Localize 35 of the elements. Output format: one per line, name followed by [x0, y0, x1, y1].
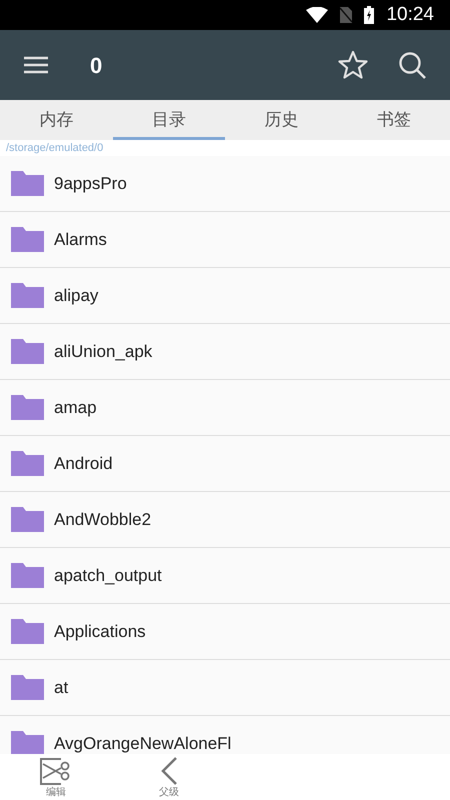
folder-icon [11, 563, 44, 588]
menu-icon[interactable] [24, 56, 48, 74]
folder-icon [11, 451, 44, 476]
folder-icon [11, 395, 44, 420]
toolbar-title: 0 [90, 52, 102, 80]
folder-name: AndWobble2 [54, 508, 152, 531]
folder-icon [11, 675, 44, 700]
tab[interactable]: 内存 [0, 100, 112, 140]
tab[interactable]: 历史 [225, 100, 338, 140]
toolbar-button[interactable]: 父级 [144, 756, 194, 800]
toolbar-button[interactable]: 编辑 [31, 756, 81, 800]
folder-name: at [54, 676, 68, 699]
folder-name: AvgOrangeNewAloneFl [54, 732, 232, 754]
wifi-icon [306, 7, 328, 23]
folder-name: Applications [54, 620, 146, 643]
folder-name: Alarms [54, 228, 107, 251]
path-text: /storage/emulated/0 [0, 140, 450, 156]
folder-name: amap [54, 396, 97, 419]
folder-icon [11, 283, 44, 308]
folder-icon [11, 339, 44, 364]
folder-name: alipay [54, 284, 98, 307]
folder-name: apatch_output [54, 564, 162, 587]
folder-icon [11, 227, 44, 252]
clock-time: 10:24 [386, 2, 434, 27]
no-sim-icon [340, 7, 352, 23]
star-icon[interactable] [338, 50, 368, 80]
folder-icon [11, 171, 44, 196]
folder-icon [11, 507, 44, 532]
tab[interactable]: 书签 [338, 100, 450, 140]
search-icon[interactable] [398, 51, 426, 79]
folder-name: aliUnion_apk [54, 340, 152, 363]
folder-icon [11, 619, 44, 644]
battery-icon [364, 6, 374, 24]
folder-name: Android [54, 452, 113, 475]
folder-name: 9appsPro [54, 172, 127, 195]
